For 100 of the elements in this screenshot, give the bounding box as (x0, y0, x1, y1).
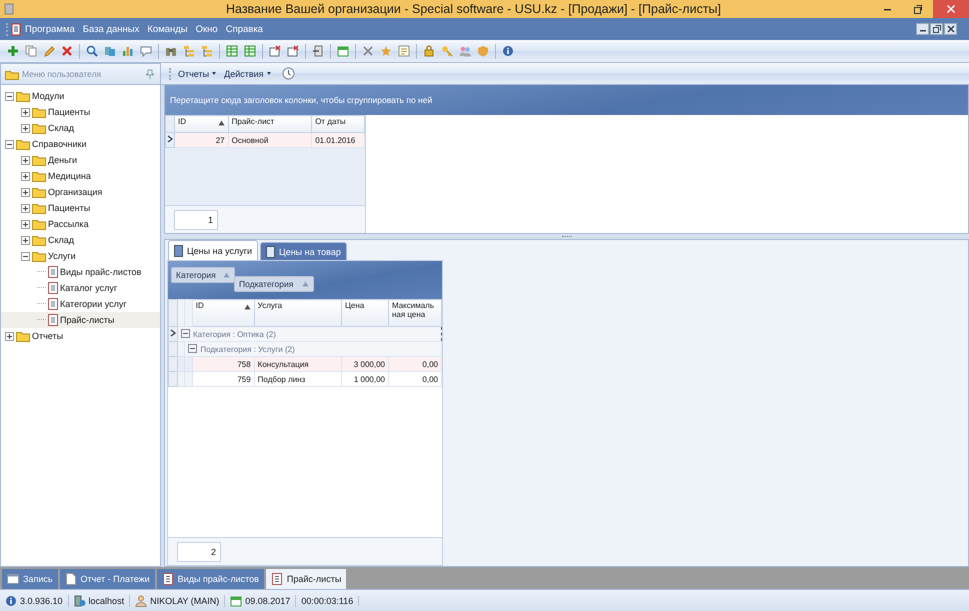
document-icon (162, 573, 174, 585)
tab[interactable]: Цены на услуги (168, 240, 258, 260)
menu-item[interactable]: Программа (25, 24, 75, 34)
close-button[interactable] (944, 23, 957, 35)
note-icon (398, 45, 410, 57)
search-button[interactable] (84, 43, 100, 59)
hierarchy-button[interactable] (181, 43, 197, 59)
column-header[interactable]: От даты (312, 116, 364, 132)
folder-icon (16, 90, 30, 102)
collapse-icon[interactable] (5, 92, 14, 100)
table-cell: 27 (174, 132, 228, 148)
table-row[interactable]: 758 Консультация 3 000,00 0,00 (168, 356, 442, 372)
menu-item[interactable]: Справка (226, 24, 263, 34)
new-window-button[interactable] (267, 43, 283, 59)
new-window-button[interactable] (285, 43, 301, 59)
expand-icon[interactable] (21, 188, 30, 196)
restore-icon (913, 4, 923, 14)
app-icon (4, 3, 14, 15)
menu-item[interactable]: База данных (82, 24, 140, 34)
expand-icon[interactable] (21, 236, 30, 244)
table-cell: Основной (228, 132, 312, 148)
tab[interactable]: Цены на товар (260, 242, 347, 260)
chart-icon (122, 45, 134, 57)
column-header[interactable]: ID (174, 116, 228, 132)
shield-icon (477, 45, 489, 57)
tree-item[interactable]: Модули (1, 88, 160, 104)
column-header[interactable]: Цена (341, 300, 388, 326)
table-row[interactable]: 759 Подбор линз 1 000,00 0,00 (168, 372, 442, 386)
sort-icon (302, 281, 309, 287)
group-chip[interactable]: Категория (171, 267, 235, 283)
spreadsheet-button[interactable] (242, 43, 258, 59)
sort-icon[interactable] (218, 120, 225, 126)
document-icon (48, 266, 58, 278)
group-row[interactable]: Категория : Оптика (2) (178, 326, 442, 342)
column-header[interactable]: Прайс-лист (228, 116, 312, 132)
column-header[interactable]: ID (192, 300, 254, 326)
expand-icon[interactable] (21, 124, 30, 132)
pencil-icon (43, 45, 55, 57)
expand-icon[interactable] (21, 108, 30, 116)
group-row[interactable]: Подкатегория : Услуги (2) (184, 342, 442, 356)
dropdown-button[interactable]: Действия (221, 68, 274, 80)
document-icon (174, 244, 183, 256)
expand-icon[interactable] (21, 172, 30, 180)
tree-item[interactable]: Виды прайс-листов (1, 264, 160, 280)
hierarchy-button[interactable] (199, 43, 215, 59)
tree-item[interactable]: Склад (1, 232, 160, 248)
tree-item[interactable]: Пациенты (1, 200, 160, 216)
taskbar-tab[interactable]: Виды прайс-листов (156, 569, 264, 589)
minimize-button[interactable] (916, 23, 929, 35)
taskbar-tab[interactable]: Отчет - Платежи (60, 569, 155, 589)
sort-icon[interactable] (244, 304, 251, 310)
tree-item[interactable]: Отчеты (1, 328, 160, 344)
speech-bubble-icon (140, 45, 152, 57)
folder-icon (32, 122, 46, 134)
column-header[interactable]: Максимальная цена (388, 300, 442, 326)
folder-icon (32, 234, 46, 246)
group-chip[interactable]: Подкатегория (234, 276, 314, 292)
restore-button[interactable] (930, 23, 943, 35)
dropdown-button[interactable]: Отчеты (175, 68, 220, 80)
plus-button[interactable] (5, 43, 21, 59)
menu-item[interactable]: Команды (147, 24, 188, 34)
expand-icon[interactable] (5, 332, 14, 340)
header-label: Максимальная цена (392, 301, 436, 319)
tree-item[interactable]: Организация (1, 184, 160, 200)
tree-item[interactable]: Прайс-листы (1, 312, 160, 328)
tree-item[interactable]: Рассылка (1, 216, 160, 232)
copy-button[interactable] (23, 43, 39, 59)
clock-icon[interactable] (282, 67, 295, 80)
collapse-icon[interactable] (181, 329, 190, 338)
expand-icon[interactable] (21, 156, 30, 164)
menu-item[interactable]: Окно (196, 24, 218, 34)
folder-icon (32, 250, 46, 262)
note-button[interactable] (396, 43, 412, 59)
tree-item[interactable]: Справочники (1, 136, 160, 152)
table-row[interactable]: 27 Основной 01.01.2016 (166, 132, 364, 148)
close-button[interactable] (933, 0, 969, 18)
header-label: От даты (315, 117, 346, 126)
tree-item[interactable]: Каталог услуг (1, 280, 160, 296)
collapse-icon[interactable] (188, 344, 198, 353)
new-window-icon (287, 45, 299, 57)
taskbar-tab[interactable]: Прайс-листы (266, 569, 346, 589)
column-header[interactable]: Услуга (254, 300, 342, 326)
expand-icon[interactable] (21, 204, 30, 212)
tree-item[interactable]: Пациенты (1, 104, 160, 120)
taskbar-tab[interactable]: Запись (2, 569, 58, 589)
tree-item[interactable]: Деньги (1, 152, 160, 168)
collapse-icon[interactable] (21, 252, 30, 260)
header-label: ID (178, 117, 186, 126)
table-cell: 1 000,00 (341, 372, 388, 386)
spreadsheet-icon (226, 45, 238, 57)
tree-item[interactable]: Склад (1, 120, 160, 136)
tree-item[interactable]: Категории услуг (1, 296, 160, 312)
folder-icon (16, 330, 30, 342)
spreadsheet-button[interactable] (224, 43, 240, 59)
info-button[interactable] (500, 43, 516, 59)
collapse-icon[interactable] (5, 140, 14, 148)
group-hint: Перетащите сюда заголовок колонки, чтобы сгруппировать по ней (170, 95, 432, 105)
tree-item[interactable]: Услуги (1, 248, 160, 264)
tree-item[interactable]: Медицина (1, 168, 160, 184)
expand-icon[interactable] (21, 220, 30, 228)
